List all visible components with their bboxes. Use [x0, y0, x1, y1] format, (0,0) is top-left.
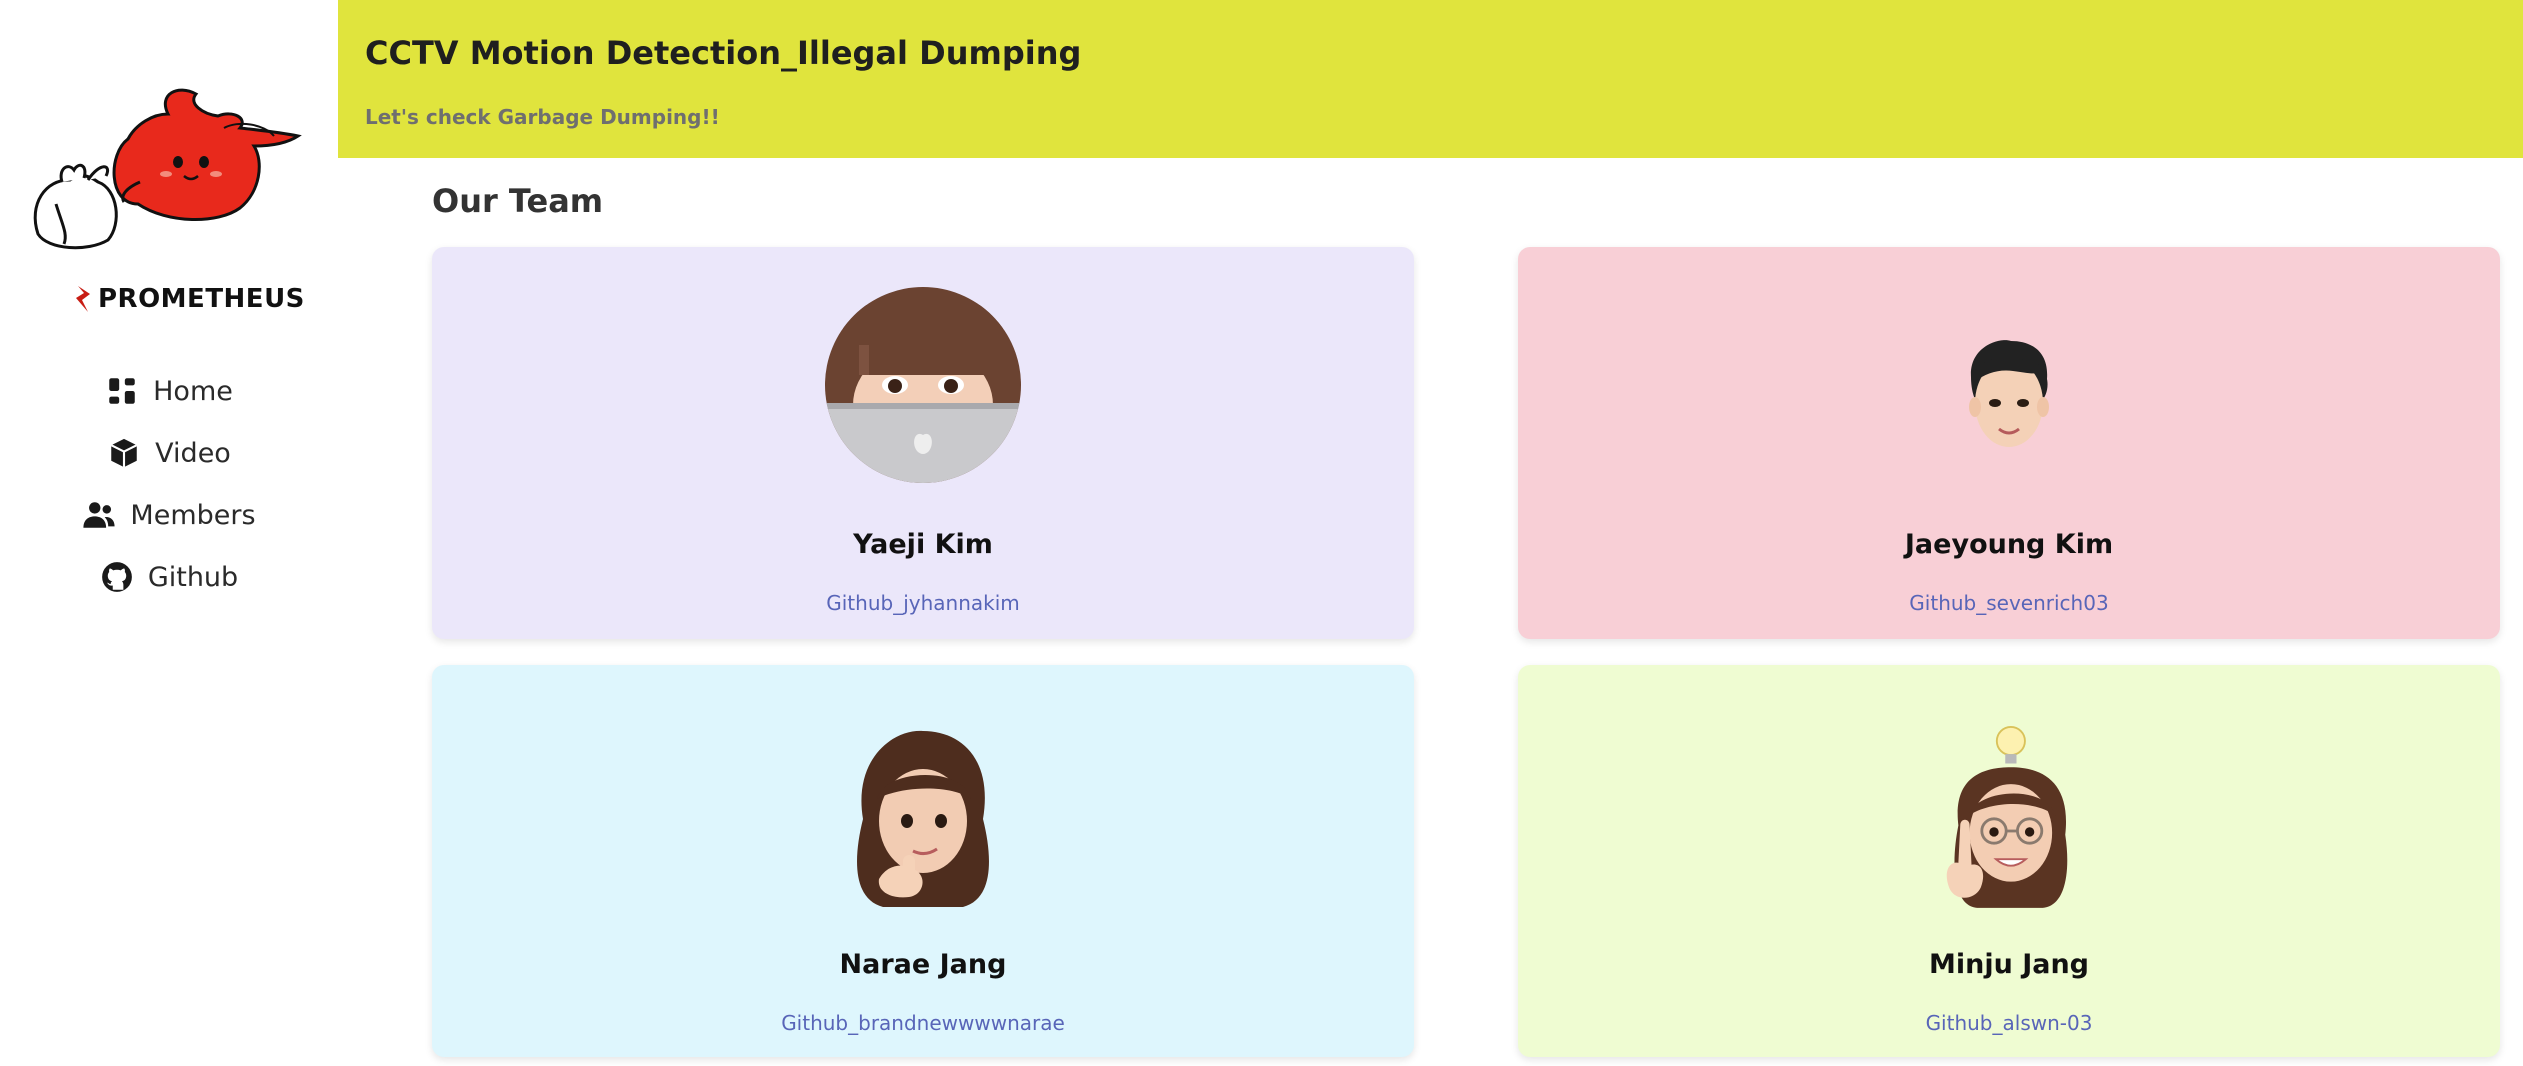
- mascot-logo-icon: [33, 88, 302, 250]
- sidebar-item-label: Members: [130, 499, 256, 531]
- brand-flame-icon: [76, 286, 90, 312]
- member-name: Narae Jang: [839, 949, 1007, 980]
- sidebar-item-github[interactable]: Github: [0, 546, 338, 608]
- sidebar-item-label: Video: [155, 437, 231, 469]
- github-icon: [101, 562, 132, 592]
- member-github-link[interactable]: Github_alswn-03: [1518, 1011, 2500, 1035]
- section-title: Our Team: [432, 182, 604, 220]
- member-github-link[interactable]: Github_jyhannakim: [432, 591, 1414, 615]
- sidebar-item-home[interactable]: Home: [0, 360, 338, 422]
- sidebar-nav: Home Video Members Github: [0, 360, 338, 608]
- brand-name: PROMETHEUS: [98, 284, 305, 314]
- page-header: CCTV Motion Detection_Illegal Dumping Le…: [338, 0, 2523, 158]
- cube-icon: [110, 438, 138, 468]
- avatar: [1946, 726, 2068, 908]
- member-name: Yaeji Kim: [853, 529, 993, 560]
- page-title: CCTV Motion Detection_Illegal Dumping: [365, 34, 1082, 72]
- sidebar-item-label: Home: [153, 375, 233, 407]
- brand-logo: PROMETHEUS: [74, 284, 305, 314]
- sidebar-item-label: Github: [147, 561, 239, 593]
- member-card: Jaeyoung Kim Github_sevenrich03: [1518, 247, 2500, 639]
- sidebar: PROMETHEUS Home Video Members Github: [0, 0, 338, 1066]
- dashboard-icon: [109, 378, 135, 404]
- avatar: [857, 730, 989, 907]
- member-card: Narae Jang Github_brandnewwwwnarae: [432, 665, 1414, 1057]
- member-card: Yaeji Kim Github_jyhannakim: [432, 247, 1414, 639]
- sidebar-item-members[interactable]: Members: [0, 484, 338, 546]
- member-name: Jaeyoung Kim: [1904, 529, 2114, 560]
- avatar: [825, 287, 1021, 483]
- avatar: [1969, 340, 2049, 447]
- users-icon: [83, 502, 116, 528]
- member-github-link[interactable]: Github_sevenrich03: [1518, 591, 2500, 615]
- member-card: Minju Jang Github_alswn-03: [1518, 665, 2500, 1057]
- member-github-link[interactable]: Github_brandnewwwwnarae: [432, 1011, 1414, 1035]
- sidebar-item-video[interactable]: Video: [0, 422, 338, 484]
- page-subtitle: Let's check Garbage Dumping!!: [365, 105, 720, 129]
- member-name: Minju Jang: [1928, 949, 2090, 980]
